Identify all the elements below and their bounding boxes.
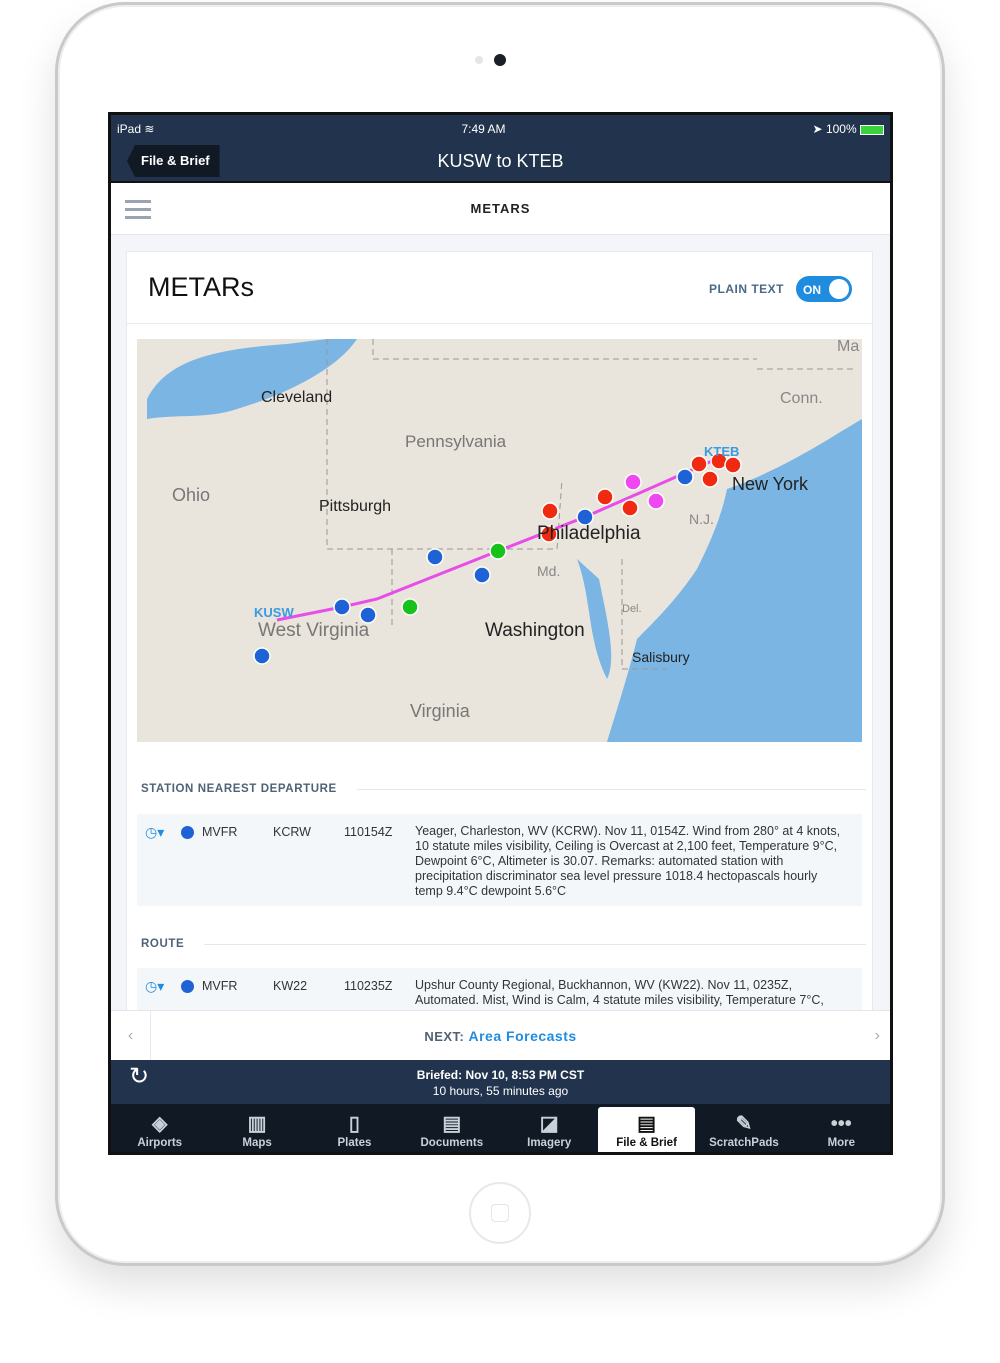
plate-icon: ▯ [348,1113,360,1135]
map-label-del: Del. [622,603,642,615]
location-icon: ➤ [812,122,823,136]
map-icon: ▥ [247,1113,267,1135]
back-button[interactable]: File & Brief [127,145,220,177]
tab-documents[interactable]: ▤ Documents [403,1107,500,1152]
device-name: iPad [117,122,142,136]
plain-text-label: PLAIN TEXT [708,282,784,296]
more-icon: ••• [830,1113,852,1135]
metar-text: Upshur County Regional, Buckhannon, WV (… [415,978,824,1007]
file-brief-icon: ▤ [637,1113,657,1135]
clock-dropdown-icon[interactable]: ◷▾ [145,978,164,995]
map-label-conn: Conn. [780,390,823,407]
flight-category-dot [181,826,194,839]
nav-bar: File & Brief KUSW to KTEB [111,143,890,183]
status-bar: iPad ≋ 7:49 AM ➤ 100% [111,115,890,143]
map-label-new-york: New York [732,474,809,494]
station-marker-ifr[interactable] [724,456,742,474]
briefed-ago: 10 hours, 55 minutes ago [432,1084,569,1098]
imagery-icon: ◪ [539,1113,559,1135]
sub-header: METARS [111,183,890,235]
wifi-icon: ≋ [144,122,155,136]
map-label-virginia: Virginia [410,701,471,721]
map-label-pennsylvania: Pennsylvania [405,432,507,451]
station-marker-mvfr[interactable] [426,548,444,566]
menu-icon[interactable] [125,200,151,224]
brief-bar: ↻ Briefed: Nov 10, 8:53 PM CST 10 hours,… [111,1060,890,1104]
station-marker-mvfr[interactable] [473,566,491,584]
flight-category-dot [181,980,194,993]
station-marker-ifr[interactable] [621,499,639,517]
observation-time: 110235Z [344,979,393,993]
plain-text-toggle[interactable]: ON [796,276,852,302]
map-label-kteb: KTEB [704,444,739,459]
section-departure-title: STATION NEAREST DEPARTURE [141,783,337,795]
section-route-title: ROUTE [141,938,185,950]
section-departure-header: STATION NEAREST DEPARTURE [141,783,866,795]
map-label-pittsburgh: Pittsburgh [319,498,391,515]
station-marker-ifr[interactable] [701,470,719,488]
map-label-ma: Ma [837,339,859,355]
toggle-state: ON [803,283,821,297]
tab-file-brief[interactable]: ▤ File & Brief [597,1107,696,1152]
battery-icon [859,124,884,135]
map-label-cleveland: Cleveland [261,389,332,406]
map-label-ohio: Ohio [172,485,210,505]
clock-dropdown-icon[interactable]: ◷▾ [145,824,164,841]
section-route-header: ROUTE [141,938,866,950]
previous-chevron-icon[interactable]: ‹ [111,1011,151,1061]
card-title: METARs [148,272,254,302]
metar-row[interactable]: ◷▾ MVFR KCRW 110154Z Yeager, Charleston,… [137,814,862,906]
station-marker-lifr[interactable] [624,473,642,491]
airport-icon: ◈ [151,1113,168,1135]
tab-more[interactable]: ••• More [793,1107,890,1152]
document-icon: ▤ [442,1113,462,1135]
screen: iPad ≋ 7:49 AM ➤ 100% File & Brief KUSW … [108,112,893,1155]
station-marker-ifr[interactable] [596,488,614,506]
map-label-washington: Washington [485,620,585,641]
next-chevron-icon[interactable]: › [875,1011,880,1061]
metar-text: Yeager, Charleston, WV (KCRW). Nov 11, 0… [415,824,841,898]
station-marker-ifr[interactable] [541,502,559,520]
station-marker-mvfr[interactable] [333,598,351,616]
next-label: Area Forecasts [468,1028,577,1044]
map-label-west-virginia: West Virginia [258,620,370,641]
section-title: METARS [470,201,531,216]
map-label-md: Md. [537,563,560,579]
map-label-philadelphia: Philadelphia [537,523,641,544]
tab-bar: ◈ Airports ▥ Maps ▯ Plates ▤ Documents ◪ Imag… [111,1104,890,1152]
camera [494,54,506,66]
scratchpad-icon: ✎ [735,1113,753,1135]
flight-category: MVFR [202,825,238,839]
next-link[interactable]: NEXT: Area Forecasts [111,1011,890,1062]
station-marker-vfr[interactable] [401,598,419,616]
battery-percent: 100% [825,122,857,136]
briefed-time: Briefed: Nov 10, 8:53 PM CST [416,1068,585,1082]
station-id: KCRW [273,825,311,839]
clock: 7:49 AM [461,122,506,136]
tab-airports[interactable]: ◈ Airports [111,1107,208,1152]
tab-plates[interactable]: ▯ Plates [306,1107,403,1152]
flight-category: MVFR [202,979,238,993]
map-label-salisbury: Salisbury [632,649,690,665]
map-label-nj: N.J. [689,511,714,527]
tab-imagery[interactable]: ◪ Imagery [501,1107,598,1152]
nav-title: KUSW to KTEB [437,151,564,171]
metars-card: METARs PLAIN TEXT ON Cleveland Pennsylva… [126,251,873,1051]
next-prefix: NEXT: [424,1029,465,1044]
map-label-kusw: KUSW [254,605,294,620]
metars-map[interactable]: Cleveland Pennsylvania Ohio Pittsburgh C… [137,339,862,742]
station-marker-lifr[interactable] [647,492,665,510]
tab-maps[interactable]: ▥ Maps [208,1107,305,1152]
refresh-icon[interactable]: ↻ [129,1065,149,1089]
tab-scratchpads[interactable]: ✎ ScratchPads [695,1107,792,1152]
sensor [475,56,483,64]
station-id: KW22 [273,979,308,993]
home-button[interactable] [469,1182,531,1244]
station-marker-vfr[interactable] [489,542,507,560]
next-bar: ‹ NEXT: Area Forecasts › [111,1010,890,1062]
station-marker-mvfr[interactable] [676,468,694,486]
station-marker-mvfr[interactable] [253,647,271,665]
observation-time: 110154Z [344,825,393,839]
